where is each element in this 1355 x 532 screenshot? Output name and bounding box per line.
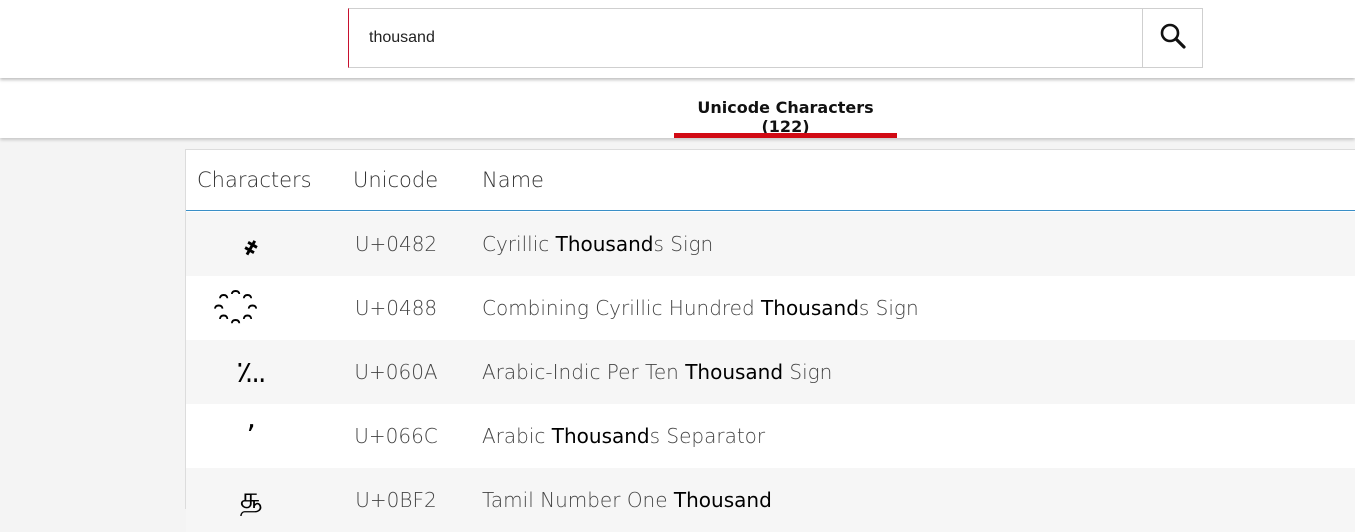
search-input[interactable] xyxy=(349,9,1143,67)
top-bar xyxy=(0,0,1355,78)
unicode-code[interactable]: U+060A xyxy=(336,360,456,384)
character-glyph[interactable]: ؊ xyxy=(186,340,316,404)
character-glyph[interactable]: ҈ xyxy=(186,276,316,340)
unicode-code[interactable]: U+0BF2 xyxy=(336,488,456,512)
unicode-code[interactable]: U+0488 xyxy=(336,296,456,320)
character-name[interactable]: Combining Cyrillic Hundred Thousands Sig… xyxy=(482,296,919,320)
results-table: Characters Unicode Name ҂ U+0482 Cyrilli… xyxy=(185,149,1355,532)
column-header-name: Name xyxy=(482,168,544,192)
table-row[interactable]: ٬ U+066C Arabic Thousands Separator xyxy=(186,404,1355,468)
column-header-characters: Characters xyxy=(197,168,312,192)
search-highlight: Thousand xyxy=(673,488,772,512)
character-glyph[interactable]: ٬ xyxy=(186,404,316,468)
character-glyph[interactable]: ҂ xyxy=(186,212,316,276)
column-header-unicode: Unicode xyxy=(353,168,439,192)
table-row[interactable]: ҈ U+0488 Combining Cyrillic Hundred Thou… xyxy=(186,276,1355,340)
search-box xyxy=(348,8,1203,68)
search-icon xyxy=(1159,22,1187,54)
character-name[interactable]: Cyrillic Thousands Sign xyxy=(482,232,713,256)
search-highlight: Thousand xyxy=(551,424,650,448)
search-highlight: Thousand xyxy=(555,232,654,256)
search-highlight: Thousand xyxy=(685,360,784,384)
active-tab-indicator xyxy=(674,133,897,138)
search-highlight: Thousand xyxy=(761,296,859,320)
character-name[interactable]: Tamil Number One Thousand xyxy=(482,488,772,512)
character-name[interactable]: Arabic-Indic Per Ten Thousand Sign xyxy=(482,360,832,384)
table-row[interactable]: ௲ U+0BF2 Tamil Number One Thousand xyxy=(186,468,1355,532)
tab-unicode-characters[interactable]: Unicode Characters (122) xyxy=(674,78,897,138)
table-row[interactable]: ҂ U+0482 Cyrillic Thousands Sign xyxy=(186,212,1355,276)
tab-bar: Unicode Characters (122) xyxy=(0,78,1355,138)
character-name[interactable]: Arabic Thousands Separator xyxy=(482,424,765,448)
table-row[interactable]: ؊ U+060A Arabic-Indic Per Ten Thousand S… xyxy=(186,340,1355,404)
tab-label: Unicode Characters (122) xyxy=(697,98,874,136)
table-header: Characters Unicode Name xyxy=(186,150,1355,211)
unicode-code[interactable]: U+066C xyxy=(336,424,456,448)
search-button[interactable] xyxy=(1142,9,1202,67)
unicode-code[interactable]: U+0482 xyxy=(336,232,456,256)
character-glyph[interactable]: ௲ xyxy=(186,468,316,532)
